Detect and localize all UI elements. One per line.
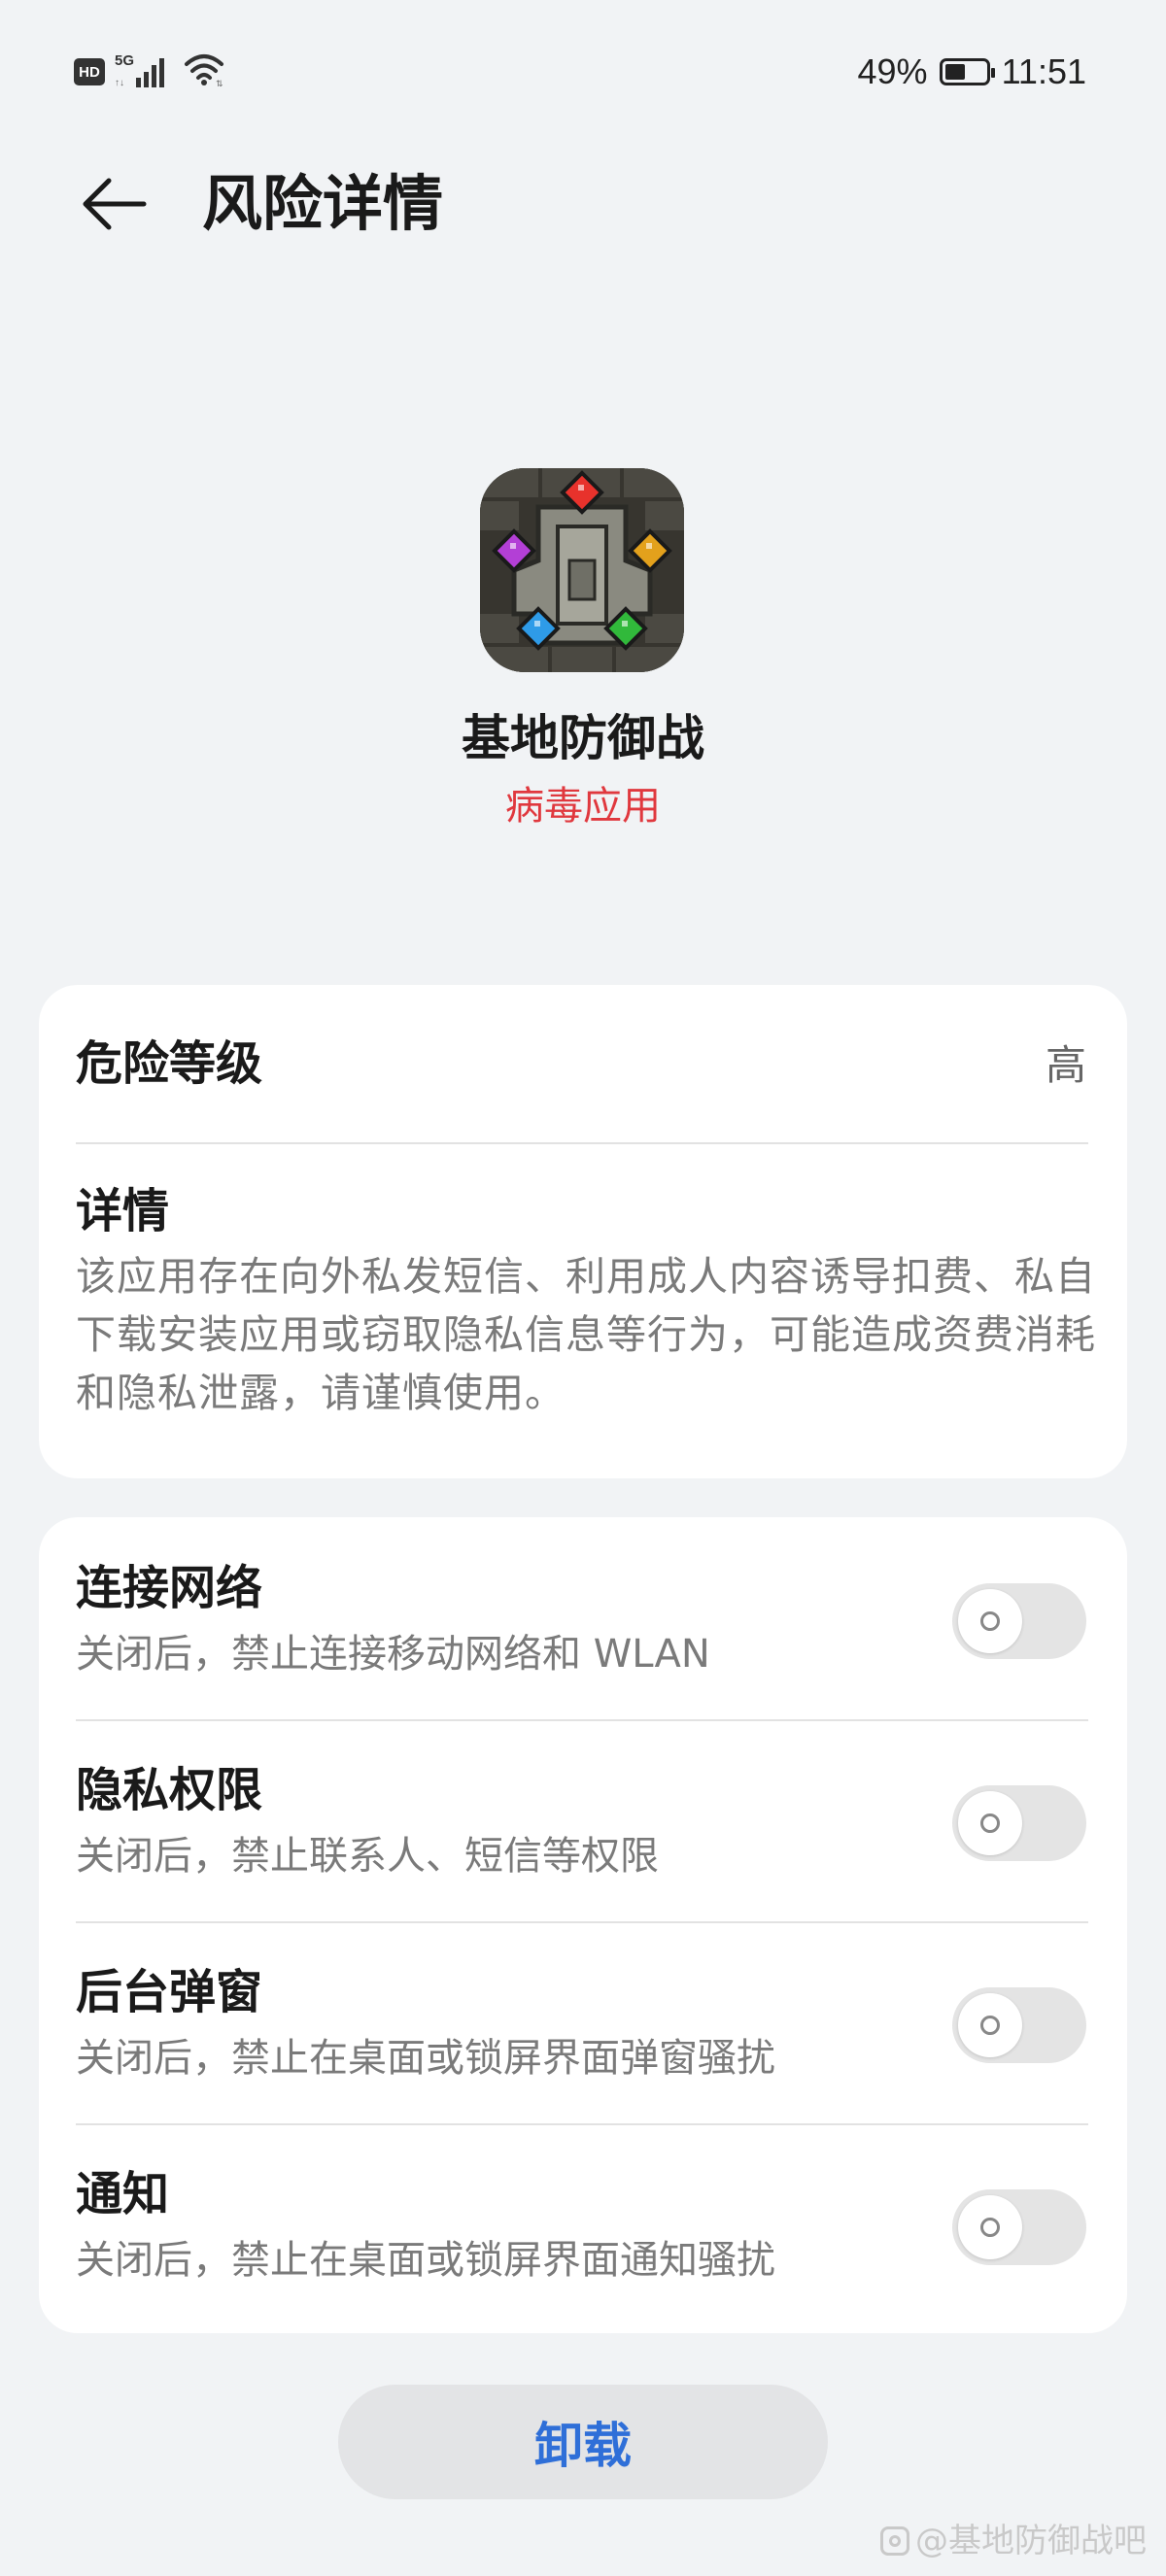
app-name: 基地防御战 xyxy=(462,710,704,766)
details-text: 该应用存在向外私发短信、利用成人内容诱导扣费、私自下载安装应用或窃取隐私信息等行… xyxy=(76,1253,1096,1416)
wifi-icon: ⇅ xyxy=(183,52,225,91)
toggle-knob xyxy=(958,1589,1022,1653)
privacy-toggle[interactable] xyxy=(952,1785,1086,1861)
toggle-knob xyxy=(958,1791,1022,1855)
status-bar-left: HD 5G ↑↓ ⇅ xyxy=(74,51,225,93)
risk-level-row: 危险等级 高 xyxy=(76,985,1088,1144)
app-risk-status: 病毒应用 xyxy=(505,784,661,829)
back-button[interactable] xyxy=(70,165,157,243)
svg-text:↑↓: ↑↓ xyxy=(115,78,124,88)
toggle-knob xyxy=(958,1993,1022,2057)
network-toggle[interactable] xyxy=(952,1583,1086,1659)
status-bar-right: 49% 11:51 xyxy=(858,45,1086,99)
network-type: 5G xyxy=(115,52,134,69)
permission-row-network: 连接网络 关闭后，禁止连接移动网络和 WLAN xyxy=(76,1517,1088,1721)
background-popup-toggle[interactable] xyxy=(952,1987,1086,2063)
watermark: @基地防御战吧 xyxy=(880,2520,1147,2562)
svg-text:⇅: ⇅ xyxy=(216,79,223,87)
arrow-left-icon xyxy=(83,178,147,230)
permission-title: 连接网络 xyxy=(76,1561,263,1615)
battery-icon xyxy=(939,58,995,85)
permission-row-background-popup: 后台弹窗 关闭后，禁止在桌面或锁屏界面弹窗骚扰 xyxy=(76,1921,1088,2125)
permission-desc: 关闭后，禁止联系人、短信等权限 xyxy=(76,1834,659,1879)
permission-desc: 关闭后，禁止连接移动网络和 WLAN xyxy=(76,1632,710,1677)
notification-toggle[interactable] xyxy=(952,2189,1086,2265)
permission-title: 通知 xyxy=(76,2167,170,2221)
details-title: 详情 xyxy=(76,1184,170,1238)
permission-title: 后台弹窗 xyxy=(76,1965,263,2019)
permissions-card: 连接网络 关闭后，禁止连接移动网络和 WLAN 隐私权限 关闭后，禁止联系人、短… xyxy=(39,1517,1127,2333)
hd-icon: HD xyxy=(74,58,105,85)
5g-signal-icon: 5G ↑↓ xyxy=(115,51,173,93)
permission-row-privacy: 隐私权限 关闭后，禁止联系人、短信等权限 xyxy=(76,1719,1088,1923)
permission-row-notification: 通知 关闭后，禁止在桌面或锁屏界面通知骚扰 xyxy=(76,2123,1088,2325)
battery-fill xyxy=(944,64,965,80)
permission-title: 隐私权限 xyxy=(76,1763,263,1817)
app-icon xyxy=(480,468,684,672)
header: 风险详情 xyxy=(0,146,1166,262)
risk-info-card: 危险等级 高 详情 该应用存在向外私发短信、利用成人内容诱导扣费、私自下载安装应… xyxy=(39,985,1127,1478)
permission-desc: 关闭后，禁止在桌面或锁屏界面通知骚扰 xyxy=(76,2238,775,2283)
page-title: 风险详情 xyxy=(202,168,444,239)
status-bar: HD 5G ↑↓ ⇅ 49% 11:51 xyxy=(0,0,1166,146)
permission-desc: 关闭后，禁止在桌面或锁屏界面弹窗骚扰 xyxy=(76,2036,775,2081)
clock: 11:51 xyxy=(1001,51,1086,91)
battery-percent: 49% xyxy=(857,51,928,91)
risk-level-label: 危险等级 xyxy=(76,1036,263,1091)
uninstall-button[interactable]: 卸载 xyxy=(338,2385,828,2499)
camera-icon xyxy=(880,2526,909,2556)
risk-level-value: 高 xyxy=(1045,1041,1086,1089)
watermark-text: @基地防御战吧 xyxy=(915,2522,1147,2560)
toggle-knob xyxy=(958,2195,1022,2259)
